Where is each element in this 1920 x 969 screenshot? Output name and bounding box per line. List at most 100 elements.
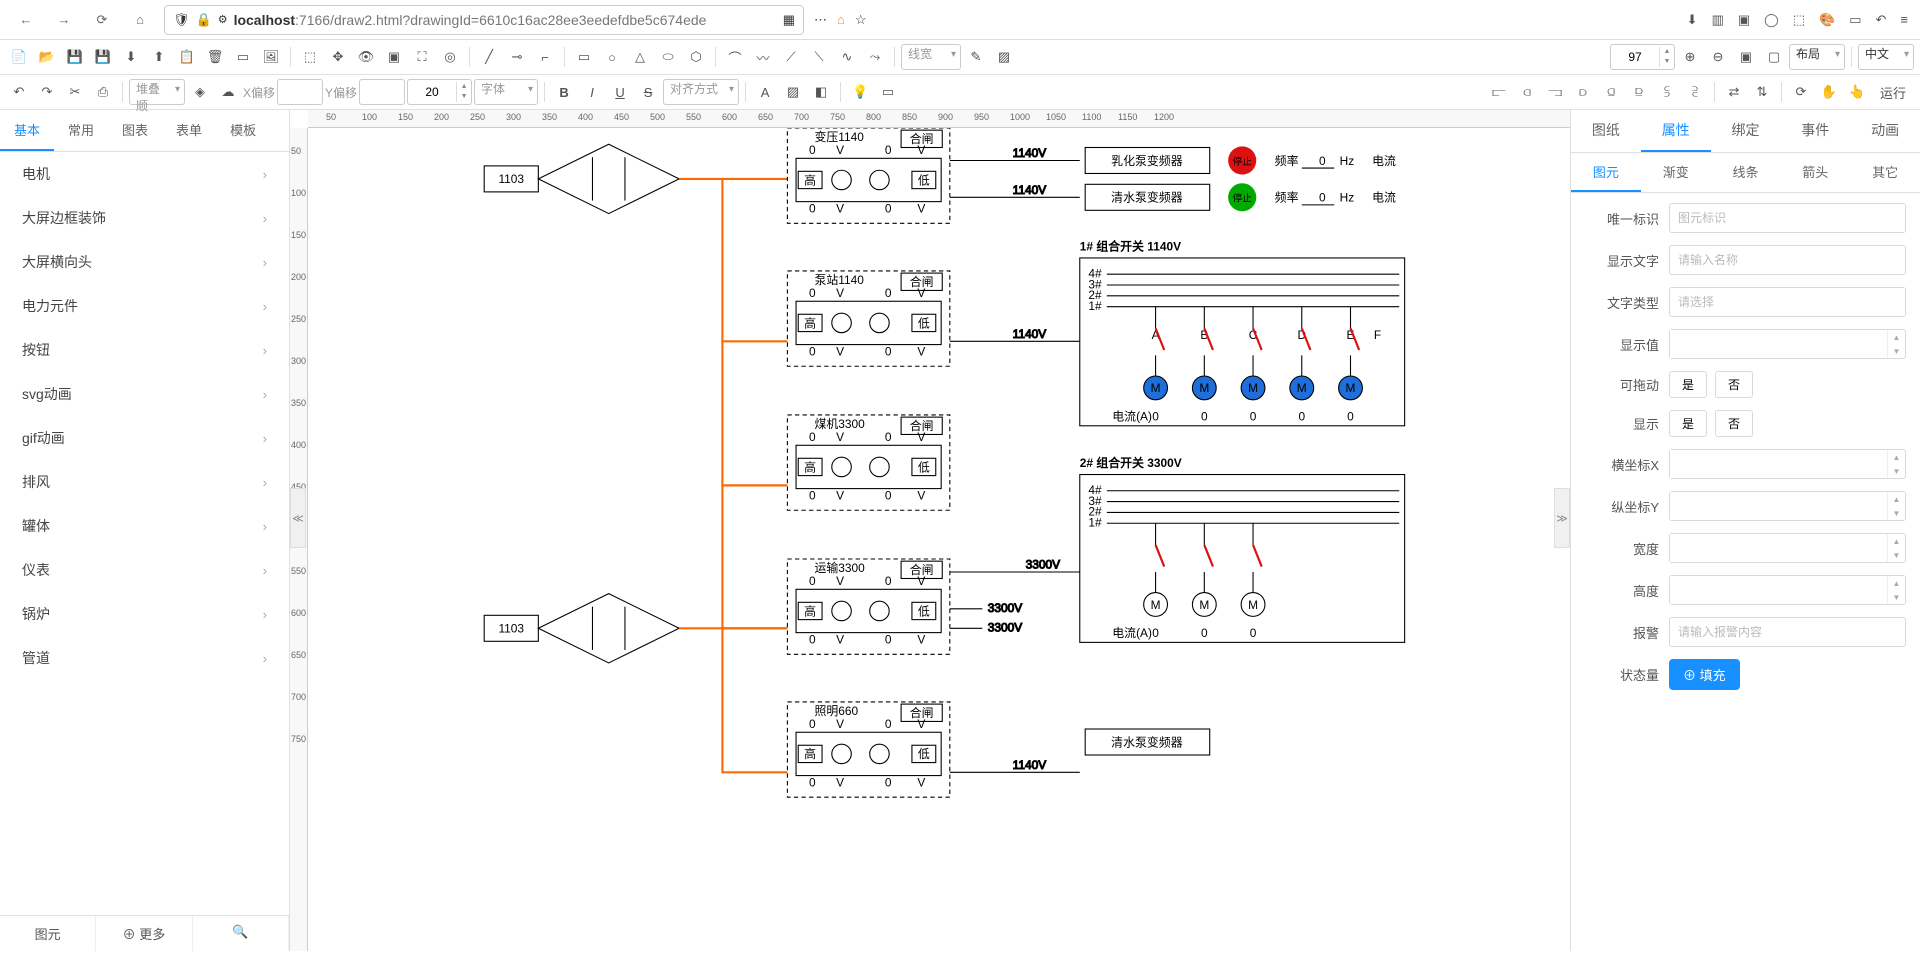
back-button[interactable]: ← xyxy=(12,6,40,34)
menu-icon[interactable]: ≡ xyxy=(1900,12,1908,28)
left-bottom-search[interactable]: 🔍 xyxy=(193,916,289,951)
y-offset-input[interactable] xyxy=(359,79,405,105)
account-icon[interactable]: ◯ xyxy=(1764,12,1779,28)
home-button[interactable]: ⌂ xyxy=(126,6,154,34)
group-icon[interactable]: ▣ xyxy=(1733,44,1759,70)
value-input[interactable]: ▲▼ xyxy=(1669,329,1906,359)
zoom-up[interactable]: ▲ xyxy=(1660,47,1674,57)
shape-category-item[interactable]: 大屏边框装饰› xyxy=(0,196,289,240)
collapse-left-button[interactable]: ≪ xyxy=(290,488,306,548)
cloud-icon[interactable]: ☁ xyxy=(215,79,241,105)
layers-icon[interactable]: ◈ xyxy=(187,79,213,105)
draggable-yes[interactable]: 是 xyxy=(1669,371,1707,398)
circle-shape-icon[interactable]: ○ xyxy=(599,44,625,70)
tab-common[interactable]: 常用 xyxy=(54,110,108,151)
light-icon[interactable]: 💡 xyxy=(847,79,873,105)
zoom-value[interactable] xyxy=(1611,50,1659,64)
polyline-icon[interactable]: ⌐ xyxy=(532,44,558,70)
display-no[interactable]: 否 xyxy=(1715,410,1753,437)
fullscreen-icon[interactable]: ⛶ xyxy=(409,44,435,70)
curve3-icon[interactable]: ⟍ xyxy=(806,44,832,70)
display-yes[interactable]: 是 xyxy=(1669,410,1707,437)
tab-basic[interactable]: 基本 xyxy=(0,110,54,151)
ellipse-shape-icon[interactable]: ⬭ xyxy=(655,44,681,70)
export-icon[interactable]: ⬆ xyxy=(146,44,172,70)
tab-form[interactable]: 表单 xyxy=(162,110,216,151)
texttype-select[interactable] xyxy=(1669,287,1906,317)
screen-toggle-icon[interactable]: ▭ xyxy=(875,79,901,105)
rotate-icon[interactable]: ⟳ xyxy=(1788,79,1814,105)
more-icon[interactable]: ⋯ xyxy=(814,12,827,28)
shape-category-item[interactable]: 管道› xyxy=(0,636,289,680)
font-size-input[interactable]: ▲▼ xyxy=(407,79,472,105)
curve5-icon[interactable]: ⤳ xyxy=(862,44,888,70)
save-icon[interactable]: 💾 xyxy=(62,44,88,70)
rect-icon[interactable]: ▭ xyxy=(230,44,256,70)
bold-icon[interactable]: B xyxy=(551,79,577,105)
language-select[interactable]: 中文 xyxy=(1858,44,1914,70)
line-tool-icon[interactable]: ╱ xyxy=(476,44,502,70)
zoom-down[interactable]: ▼ xyxy=(1660,57,1674,67)
layout-select[interactable]: 布局 xyxy=(1789,44,1845,70)
align-right-icon[interactable]: ⫎ xyxy=(1542,79,1568,105)
import-icon[interactable]: ⬇ xyxy=(118,44,144,70)
zoom-input[interactable]: ▲▼ xyxy=(1610,44,1675,70)
align-hcenter-icon[interactable]: ⫏ xyxy=(1514,79,1540,105)
text-input[interactable] xyxy=(1669,245,1906,275)
forward-button[interactable]: → xyxy=(50,6,78,34)
stab-line[interactable]: 线条 xyxy=(1711,153,1781,192)
curve2-icon[interactable]: ⟋ xyxy=(778,44,804,70)
color-box-icon[interactable]: ▨ xyxy=(991,44,1017,70)
rtab-event[interactable]: 事件 xyxy=(1780,110,1850,152)
font-size-value[interactable] xyxy=(408,85,456,99)
hand1-icon[interactable]: ✋ xyxy=(1816,79,1842,105)
new-file-icon[interactable]: 📄 xyxy=(6,44,32,70)
flip-v-icon[interactable]: ⇅ xyxy=(1749,79,1775,105)
shape-category-item[interactable]: 排风› xyxy=(0,460,289,504)
x-offset-input[interactable] xyxy=(277,79,323,105)
image-icon[interactable]: 🖼 xyxy=(258,44,284,70)
eye-icon[interactable]: 👁 xyxy=(353,44,379,70)
shape-category-item[interactable]: 罐体› xyxy=(0,504,289,548)
bookmark-star-icon[interactable]: ☆ xyxy=(855,12,867,28)
pencil-icon[interactable]: ✎ xyxy=(963,44,989,70)
download-icon[interactable]: ⬇ xyxy=(1687,12,1698,28)
curve1-icon[interactable]: 〰 xyxy=(750,44,776,70)
left-bottom-element[interactable]: 图元 xyxy=(0,916,96,951)
redo-icon[interactable]: ↷ xyxy=(34,79,60,105)
zoom-out-icon[interactable]: ⊖ xyxy=(1705,44,1731,70)
rtab-properties[interactable]: 属性 xyxy=(1641,110,1711,152)
distribute-v-icon[interactable]: ⫔ xyxy=(1682,79,1708,105)
curve4-icon[interactable]: ∿ xyxy=(834,44,860,70)
tab-chart[interactable]: 图表 xyxy=(108,110,162,151)
cut-icon[interactable]: ✂ xyxy=(62,79,88,105)
collapse-right-button[interactable]: ≫ xyxy=(1554,488,1570,548)
polygon-shape-icon[interactable]: ⬡ xyxy=(683,44,709,70)
left-bottom-more[interactable]: ⊕ 更多 xyxy=(96,916,192,951)
font-select[interactable]: 字体 xyxy=(474,79,538,105)
hand2-icon[interactable]: 👆 xyxy=(1844,79,1870,105)
crop-icon[interactable]: ⬚ xyxy=(1793,12,1805,28)
x-input[interactable]: ▲▼ xyxy=(1669,449,1906,479)
qr-icon[interactable]: ▦ xyxy=(783,12,795,28)
stab-gradient[interactable]: 渐变 xyxy=(1641,153,1711,192)
y-input[interactable]: ▲▼ xyxy=(1669,491,1906,521)
clipboard-icon[interactable]: 📋 xyxy=(174,44,200,70)
line-width-select[interactable]: 线宽 xyxy=(901,44,961,70)
palette-icon[interactable]: 🎨 xyxy=(1819,12,1835,28)
shape-category-item[interactable]: svg动画› xyxy=(0,372,289,416)
fill-color-icon[interactable]: ▨ xyxy=(780,79,806,105)
tab-template[interactable]: 模板 xyxy=(216,110,270,151)
shape-category-list[interactable]: 电机›大屏边框装饰›大屏横向头›电力元件›按钮›svg动画›gif动画›排风›罐… xyxy=(0,152,289,915)
stab-element[interactable]: 图元 xyxy=(1571,153,1641,192)
url-bar[interactable]: 🛡 🔒 ⚙ localhost:7166/draw2.html?drawingI… xyxy=(164,5,804,35)
preview-icon[interactable]: ▣ xyxy=(381,44,407,70)
stab-other[interactable]: 其它 xyxy=(1850,153,1920,192)
diagram-canvas[interactable]: 1103 1103 xyxy=(308,128,1570,951)
uid-input[interactable] xyxy=(1669,203,1906,233)
align-select[interactable]: 对齐方式 xyxy=(663,79,739,105)
pan-icon[interactable]: ✥ xyxy=(325,44,351,70)
shape-category-item[interactable]: gif动画› xyxy=(0,416,289,460)
stab-arrow[interactable]: 箭头 xyxy=(1780,153,1850,192)
paste-icon[interactable]: ⎙ xyxy=(90,79,116,105)
